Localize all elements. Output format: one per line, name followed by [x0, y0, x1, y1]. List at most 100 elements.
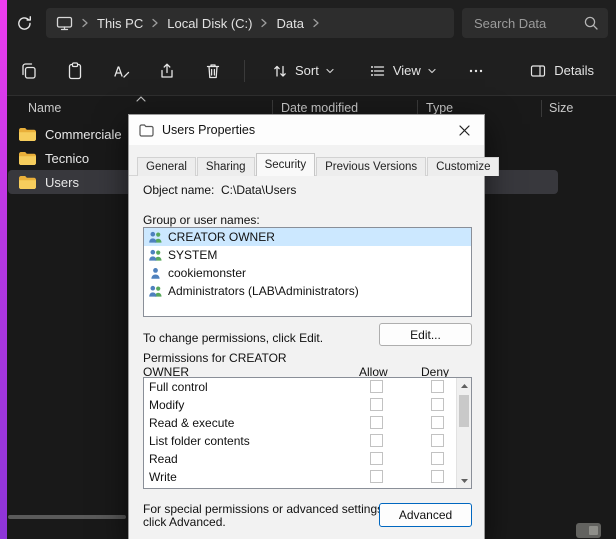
- advanced-button[interactable]: Advanced: [379, 503, 472, 527]
- address-bar[interactable]: This PC Local Disk (C:) Data: [46, 8, 454, 38]
- permissions-list[interactable]: Full control Modify Read & execute List …: [143, 377, 472, 489]
- sort-ascending-icon: [136, 96, 146, 102]
- chevron-down-icon: [325, 66, 335, 76]
- tab-previous-versions[interactable]: Previous Versions: [316, 157, 426, 176]
- permission-name: List folder contents: [149, 434, 250, 448]
- chevron-down-icon: [427, 66, 437, 76]
- allow-checkbox[interactable]: [370, 434, 383, 447]
- scrollbar-thumb[interactable]: [459, 395, 469, 427]
- scroll-up-icon[interactable]: [457, 378, 471, 393]
- group-icon: [148, 285, 163, 298]
- refresh-icon: [16, 15, 33, 32]
- details-button[interactable]: Details: [519, 56, 604, 86]
- user-icon: [148, 267, 163, 280]
- more-icon: [468, 63, 484, 79]
- scroll-down-icon[interactable]: [457, 473, 471, 488]
- group-icon: [148, 231, 163, 244]
- deny-checkbox[interactable]: [431, 452, 444, 465]
- permission-row-read-execute[interactable]: Read & execute: [144, 414, 471, 432]
- horizontal-scrollbar-thumb[interactable]: [8, 515, 126, 519]
- permission-name: Read & execute: [149, 416, 234, 430]
- column-header-type[interactable]: Type: [426, 101, 453, 115]
- allow-checkbox[interactable]: [370, 470, 383, 483]
- tab-customize[interactable]: Customize: [427, 157, 499, 176]
- search-icon: [583, 15, 599, 31]
- details-label: Details: [554, 63, 594, 78]
- edit-hint: To change permissions, click Edit.: [143, 331, 323, 345]
- breadcrumb-data[interactable]: Data: [276, 16, 303, 31]
- chevron-right-icon: [312, 18, 320, 28]
- search-box[interactable]: [462, 8, 608, 38]
- share-button[interactable]: [150, 54, 184, 88]
- allow-checkbox[interactable]: [370, 452, 383, 465]
- deny-checkbox[interactable]: [431, 434, 444, 447]
- group-icon: [148, 249, 163, 262]
- close-button[interactable]: [444, 115, 484, 145]
- group-row-cookiemonster[interactable]: cookiemonster: [144, 264, 471, 282]
- left-accent-strip: [0, 0, 7, 539]
- tab-strip: General Sharing Security Previous Versio…: [137, 153, 500, 176]
- column-header-name[interactable]: Name: [28, 101, 61, 115]
- permission-name: Full control: [149, 380, 208, 394]
- details-panel-icon: [529, 62, 547, 80]
- refresh-button[interactable]: [9, 8, 39, 38]
- permission-row-modify[interactable]: Modify: [144, 396, 471, 414]
- permission-name: Write: [149, 470, 177, 484]
- view-label: View: [393, 63, 421, 78]
- advanced-hint: For special permissions or advanced sett…: [143, 503, 388, 529]
- permission-row-list-folder-contents[interactable]: List folder contents: [144, 432, 471, 450]
- group-list-label: Group or user names:: [143, 213, 260, 227]
- permission-row-full-control[interactable]: Full control: [144, 378, 471, 396]
- view-button[interactable]: View: [361, 56, 445, 86]
- folder-icon: [18, 175, 37, 190]
- folder-icon: [18, 151, 37, 166]
- dialog-titlebar[interactable]: Users Properties: [129, 115, 484, 145]
- group-row-administrators[interactable]: Administrators (LAB\Administrators): [144, 282, 471, 300]
- tab-general[interactable]: General: [137, 157, 196, 176]
- group-row-system[interactable]: SYSTEM: [144, 246, 471, 264]
- paste-button[interactable]: [58, 54, 92, 88]
- tab-sharing[interactable]: Sharing: [197, 157, 255, 176]
- deny-checkbox[interactable]: [431, 398, 444, 411]
- chevron-right-icon: [151, 18, 159, 28]
- column-header-date-modified[interactable]: Date modified: [281, 101, 358, 115]
- delete-button[interactable]: [196, 54, 230, 88]
- rename-button[interactable]: [104, 54, 138, 88]
- folder-icon: [18, 127, 37, 142]
- permission-row-write[interactable]: Write: [144, 468, 471, 486]
- breadcrumb-this-pc[interactable]: This PC: [97, 16, 143, 31]
- deny-checkbox[interactable]: [431, 380, 444, 393]
- dialog-title: Users Properties: [162, 123, 255, 137]
- tab-security[interactable]: Security: [256, 153, 316, 176]
- permissions-scrollbar[interactable]: [456, 378, 471, 488]
- rename-icon: [111, 61, 131, 81]
- breadcrumb-local-disk-c[interactable]: Local Disk (C:): [167, 16, 252, 31]
- edit-button[interactable]: Edit...: [379, 323, 472, 346]
- permission-name: Read: [149, 452, 178, 466]
- group-name: CREATOR OWNER: [168, 230, 275, 244]
- allow-checkbox[interactable]: [370, 380, 383, 393]
- permissions-header: Permissions for CREATOR OWNER: [143, 351, 293, 379]
- file-name: Users: [45, 175, 79, 190]
- deny-checkbox[interactable]: [431, 470, 444, 483]
- sort-button[interactable]: Sort: [263, 56, 343, 86]
- copy-button[interactable]: [12, 54, 46, 88]
- permission-row-read[interactable]: Read: [144, 450, 471, 468]
- allow-checkbox[interactable]: [370, 416, 383, 429]
- group-name: cookiemonster: [168, 266, 246, 280]
- explorer-topbar: This PC Local Disk (C:) Data: [0, 0, 616, 46]
- file-name: Commerciale: [45, 127, 122, 142]
- trash-icon: [203, 61, 223, 81]
- copy-icon: [19, 61, 39, 81]
- deny-checkbox[interactable]: [431, 416, 444, 429]
- permission-name: Modify: [149, 398, 184, 412]
- more-options-button[interactable]: [461, 56, 491, 86]
- object-name-label: Object name:: [143, 183, 214, 197]
- group-user-list[interactable]: CREATOR OWNER SYSTEM cookiemonster Admin…: [143, 227, 472, 317]
- group-row-creator-owner[interactable]: CREATOR OWNER: [144, 228, 471, 246]
- corner-status-icon: [576, 523, 601, 538]
- column-divider[interactable]: [541, 100, 542, 117]
- allow-checkbox[interactable]: [370, 398, 383, 411]
- sort-icon: [271, 62, 289, 80]
- column-header-size[interactable]: Size: [549, 101, 573, 115]
